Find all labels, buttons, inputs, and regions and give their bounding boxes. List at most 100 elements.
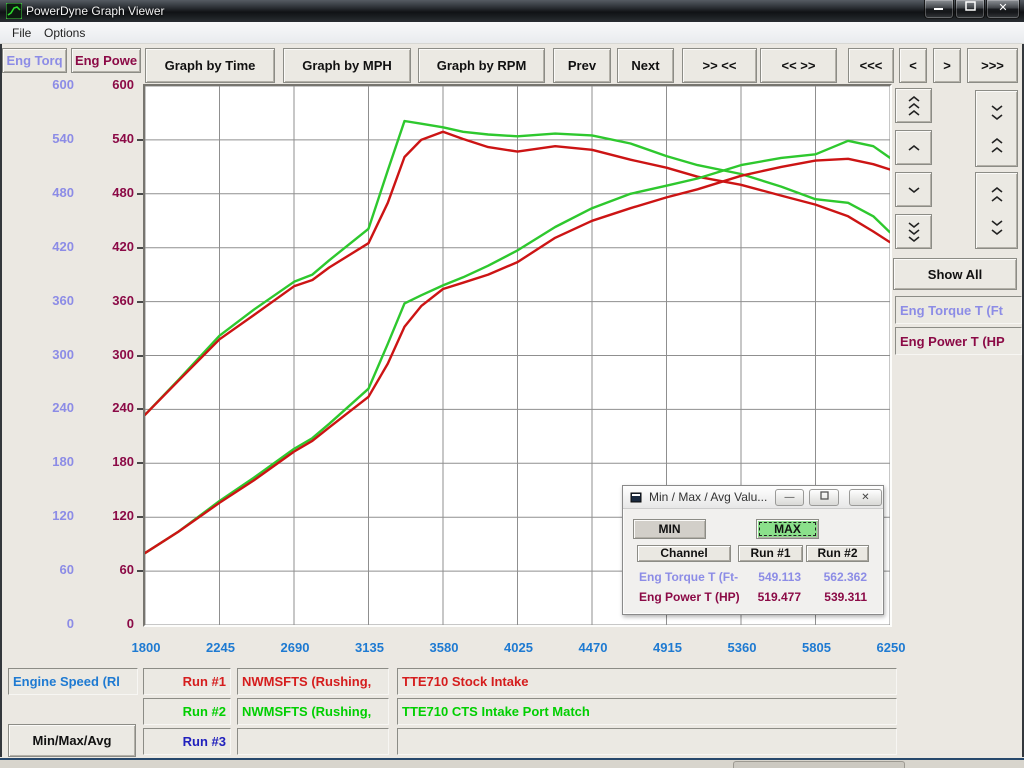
run2-label: Run #2 [183,704,226,719]
triple-chevron-up-icon [907,95,921,117]
run3-box[interactable]: Run #3 [143,728,231,755]
minmax-row-power-channel: Eng Power T (HP) [639,590,740,604]
minmax-close-button[interactable]: ✕ [849,489,882,506]
minmax-row-power-run1: 519.477 [738,590,801,604]
axis-button-power[interactable]: Eng Powe [71,48,141,73]
minmaxavg-button[interactable]: Min/Max/Avg [8,724,136,757]
zoom-in-x-button[interactable]: >> << [682,48,757,83]
chevron-up-icon [907,144,921,152]
rpm-axis-tick-label: 1800 [111,640,181,655]
rpm-axis-tick-label: 2690 [260,640,330,655]
torque-axis-tick-label: 120 [8,508,74,523]
column-header-channel: Channel [637,545,731,562]
power-axis-tick-label: 120 [82,508,134,523]
torque-axis-tick-label: 360 [8,293,74,308]
minmax-row-power-run2: 539.311 [806,590,867,604]
rpm-axis-tick-label: 5360 [707,640,777,655]
rpm-axis-tick-label: 3135 [335,640,405,655]
axis-button-torque[interactable]: Eng Torq [2,48,67,73]
right-channel-power[interactable]: Eng Power T (HP [895,327,1022,355]
minmax-window[interactable]: Min / Max / Avg Valu... — ✕ MIN MAX Chan… [622,485,884,615]
scroll-right-button[interactable]: > [933,48,961,83]
restore-icon [820,491,829,500]
scroll-right-label: > [943,58,951,73]
minimize-button[interactable] [924,0,954,19]
rpm-axis-tick-label: 5805 [782,640,852,655]
run2-operator-box[interactable]: NWMSFTS (Rushing, [237,698,389,725]
graph-by-time-button[interactable]: Graph by Time [145,48,275,83]
column-header-run2: Run #2 [806,545,869,562]
window-frame-left [0,44,2,757]
minmax-row-torque-run2: 562.362 [806,570,867,584]
maximize-button[interactable] [955,0,985,19]
run2-operator-label: NWMSFTS (Rushing, [242,704,371,719]
run1-description-box[interactable]: TTE710 Stock Intake [397,668,897,695]
scroll-left-fast-button[interactable]: <<< [848,48,894,83]
close-button[interactable]: ✕ [986,0,1020,19]
run3-description-box[interactable] [397,728,897,755]
minmax-row-torque-channel: Eng Torque T (Ft- [639,570,738,584]
torque-axis-tick-label: 600 [8,77,74,92]
run1-operator-label: NWMSFTS (Rushing, [242,674,371,689]
run1-label: Run #1 [183,674,226,689]
run3-operator-box[interactable] [237,728,389,755]
x-channel-box[interactable]: Engine Speed (Rl [8,668,138,695]
axis-button-power-label: Eng Powe [75,53,137,68]
scroll-left-button[interactable]: < [899,48,927,83]
maximize-icon [965,1,976,11]
menu-file[interactable]: File [8,25,35,41]
prev-button[interactable]: Prev [553,48,611,83]
scroll-up-fast-button[interactable] [895,88,932,123]
scroll-down-button[interactable] [895,172,932,207]
power-axis-tick-label: 540 [82,131,134,146]
power-axis-tick-label: 60 [82,562,134,577]
rpm-axis-tick-label: 4470 [558,640,628,655]
graph-by-mph-button[interactable]: Graph by MPH [283,48,411,83]
torque-axis-tick-label: 180 [8,454,74,469]
show-all-label: Show All [928,267,982,282]
run2-description-box[interactable]: TTE710 CTS Intake Port Match [397,698,897,725]
minmax-window-titlebar[interactable]: Min / Max / Avg Valu... — ✕ [623,486,883,509]
run1-operator-box[interactable]: NWMSFTS (Rushing, [237,668,389,695]
minmax-restore-button[interactable] [809,489,839,506]
powerdyne-window: { "window": { "title": "PowerDyne Graph … [0,0,1024,768]
right-channel-torque[interactable]: Eng Torque T (Ft [895,296,1022,324]
menu-options[interactable]: Options [40,25,89,41]
min-button-label: MIN [659,522,681,536]
rpm-axis-tick-label: 6250 [856,640,926,655]
torque-axis-tick-label: 420 [8,239,74,254]
max-button[interactable]: MAX [756,519,819,539]
scroll-right-fast-button[interactable]: >>> [967,48,1018,83]
minmax-minimize-button[interactable]: — [775,489,804,506]
scroll-up-button[interactable] [895,130,932,165]
graph-by-rpm-label: Graph by RPM [437,58,527,73]
right-channel-power-label: Eng Power T (HP [900,334,1005,349]
run3-label: Run #3 [183,734,226,749]
run1-box[interactable]: Run #1 [143,668,231,695]
power-axis-tick-label: 240 [82,400,134,415]
run2-box[interactable]: Run #2 [143,698,231,725]
rpm-axis-tick-label: 4025 [484,640,554,655]
chevrons-inward-icon [990,103,1004,155]
graph-by-rpm-button[interactable]: Graph by RPM [418,48,545,83]
zoom-out-x-button[interactable]: << >> [760,48,837,83]
torque-axis-tick-label: 540 [8,131,74,146]
column-header-run1: Run #1 [738,545,803,562]
scroll-left-fast-label: <<< [860,58,883,73]
zoom-in-y-button[interactable] [975,90,1018,167]
axis-button-torque-label: Eng Torq [6,53,62,68]
power-axis-tick-label: 0 [82,616,134,631]
torque-axis-tick-label: 0 [8,616,74,631]
rpm-axis-tick-label: 2245 [186,640,256,655]
rpm-axis-tick-label: 3580 [409,640,479,655]
zoom-out-y-button[interactable] [975,172,1018,249]
scroll-down-fast-button[interactable] [895,214,932,249]
graph-by-mph-label: Graph by MPH [302,58,392,73]
next-button[interactable]: Next [617,48,674,83]
triple-chevron-down-icon [907,221,921,243]
app-icon [6,3,22,19]
minmaxavg-label: Min/Max/Avg [33,733,112,748]
min-button[interactable]: MIN [633,519,706,539]
max-button-label: MAX [774,522,801,536]
show-all-button[interactable]: Show All [893,258,1017,290]
